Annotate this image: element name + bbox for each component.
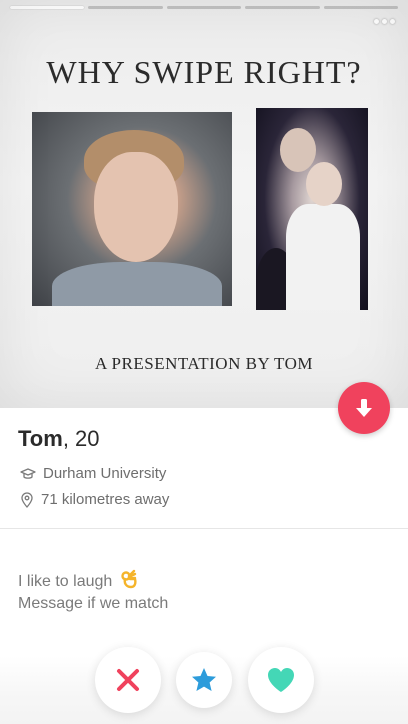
slide-title: WHY SWIPE RIGHT? <box>46 54 362 90</box>
profile-name: Tom <box>18 426 63 451</box>
profile-age: , 20 <box>62 426 100 451</box>
profile-school: Durham University <box>20 465 166 482</box>
nope-button[interactable] <box>95 647 161 713</box>
slide-subtitle: A PRESENTATION BY TOM <box>94 354 314 373</box>
progress-segment <box>323 6 399 9</box>
progress-segment <box>88 6 163 9</box>
bio-line-1-text: I like to laugh <box>18 573 113 590</box>
star-icon <box>192 668 216 691</box>
ok-hand-icon <box>121 569 137 589</box>
school-text: Durham University <box>43 465 167 482</box>
photo-party <box>256 108 368 310</box>
progress-segment <box>245 6 320 9</box>
progress-segment <box>166 6 242 9</box>
distance-text: 71 kilometres away <box>41 491 170 508</box>
section-divider <box>0 528 408 529</box>
arrow-down-icon <box>356 399 372 417</box>
graduation-cap-icon <box>20 467 36 479</box>
photo-portrait <box>32 112 232 306</box>
bio-line-2: Message if we match <box>18 595 169 612</box>
super-like-button[interactable] <box>176 652 232 708</box>
bio-line-1: I like to laugh <box>18 569 168 593</box>
more-dots-icon[interactable] <box>372 14 396 28</box>
x-icon <box>117 669 139 691</box>
heart-icon <box>268 668 294 692</box>
profile-photo-card[interactable]: WHY SWIPE RIGHT? A PRESENTATION BY TOM <box>0 0 408 408</box>
progress-segment-active <box>10 6 85 9</box>
profile-distance: 71 kilometres away <box>20 491 169 508</box>
photo-progress-bar <box>10 6 399 10</box>
profile-name-age: Tom, 20 <box>18 426 100 452</box>
like-button[interactable] <box>248 647 314 713</box>
profile-bio: I like to laugh Message if we match <box>18 569 168 615</box>
collapse-profile-button[interactable] <box>338 382 390 434</box>
location-pin-icon <box>21 491 33 508</box>
